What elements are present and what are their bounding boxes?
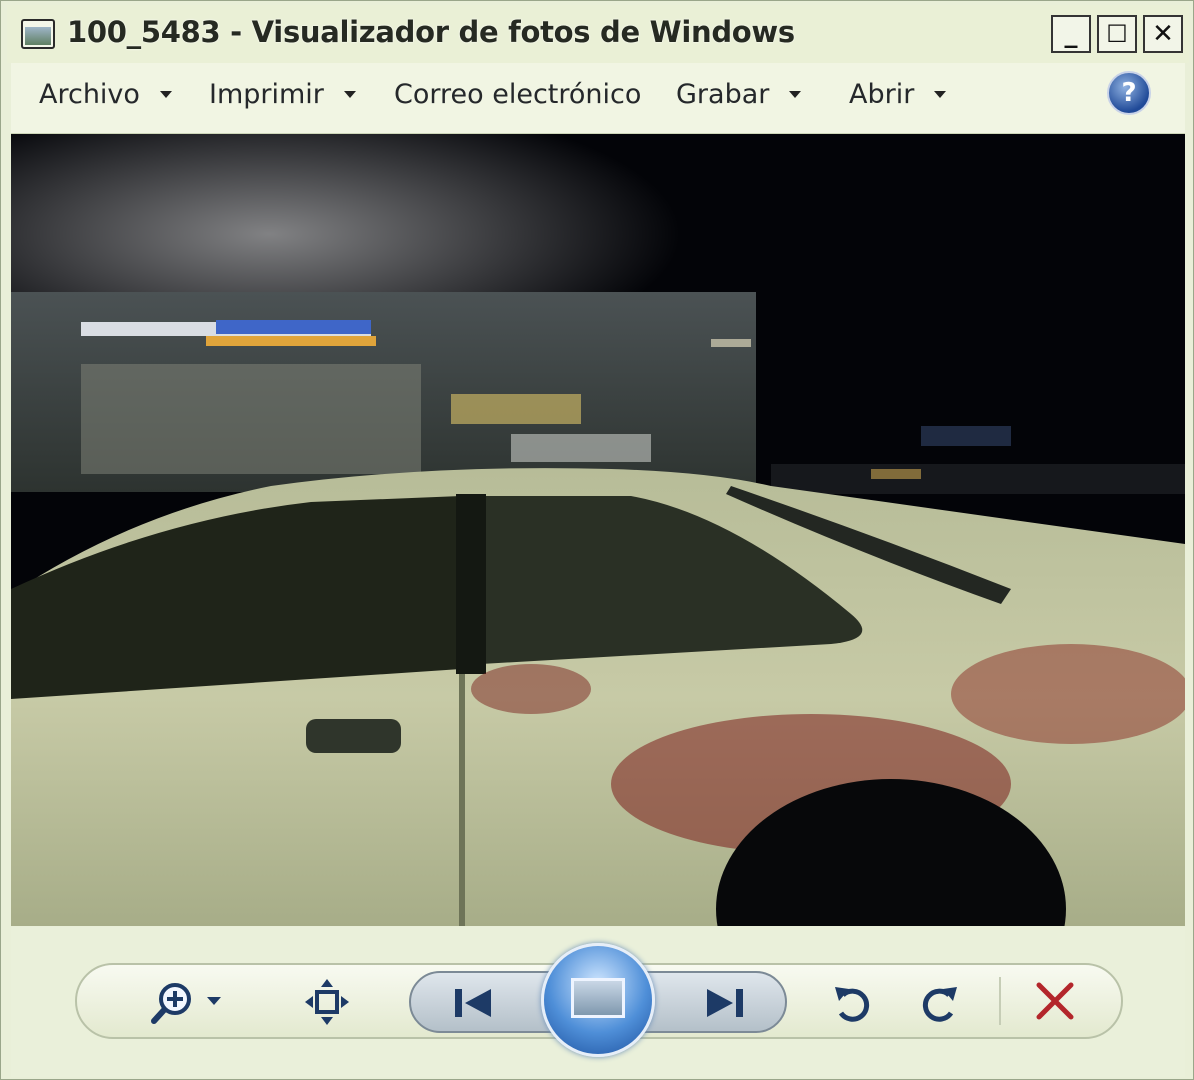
menu-correo-electronico[interactable]: Correo electrónico [394,79,641,110]
zoom-button[interactable] [149,977,229,1027]
dropdown-arrow-icon [159,91,172,98]
menu-correo-label: Correo electrónico [394,79,642,110]
maximize-button[interactable]: ☐ [1097,15,1137,53]
menu-imprimir[interactable]: Imprimir [209,79,356,110]
rotate-left-button[interactable] [829,977,877,1027]
menu-grabar-label: Grabar [676,79,770,110]
menu-archivo-label: Archivo [39,79,140,110]
rotate-clockwise-icon [922,987,957,1022]
next-icon [707,989,743,1017]
photo-viewer-window: 100_5483 - Visualizador de fotos de Wind… [0,0,1194,1080]
previous-button[interactable] [449,981,499,1025]
menu-abrir[interactable]: Abrir [849,79,947,110]
rotate-right-button[interactable] [915,977,963,1027]
window-title: 100_5483 - Visualizador de fotos de Wind… [67,15,795,49]
fit-to-window-button[interactable] [301,975,353,1029]
menu-archivo[interactable]: Archivo [39,79,172,110]
photo-image [11,134,1185,926]
delete-button[interactable] [1033,979,1077,1023]
menu-bar: Archivo Imprimir Correo electrónico Grab… [11,63,1185,134]
photo-display [11,134,1185,926]
control-bar [11,927,1185,1077]
title-bar: 100_5483 - Visualizador de fotos de Wind… [7,5,1189,63]
menu-grabar[interactable]: Grabar [676,79,802,110]
separator [999,977,1001,1025]
dropdown-arrow-icon [934,91,947,98]
close-button[interactable]: ✕ [1143,15,1183,53]
fit-window-icon [305,979,349,1025]
menu-imprimir-label: Imprimir [209,79,324,110]
previous-icon [455,989,491,1017]
zoom-icon [151,983,221,1024]
dropdown-arrow-icon [343,91,356,98]
slideshow-icon [571,978,625,1018]
delete-icon [1036,982,1074,1020]
minimize-button[interactable]: _ [1051,15,1091,53]
menu-abrir-label: Abrir [849,79,915,110]
slideshow-button[interactable] [541,943,655,1057]
rotate-counterclockwise-icon [835,987,870,1022]
dropdown-arrow-icon [789,91,802,98]
app-icon [21,19,55,49]
window-controls: _ ☐ ✕ [1051,15,1183,53]
next-button[interactable] [699,981,749,1025]
help-icon[interactable]: ? [1107,71,1151,115]
